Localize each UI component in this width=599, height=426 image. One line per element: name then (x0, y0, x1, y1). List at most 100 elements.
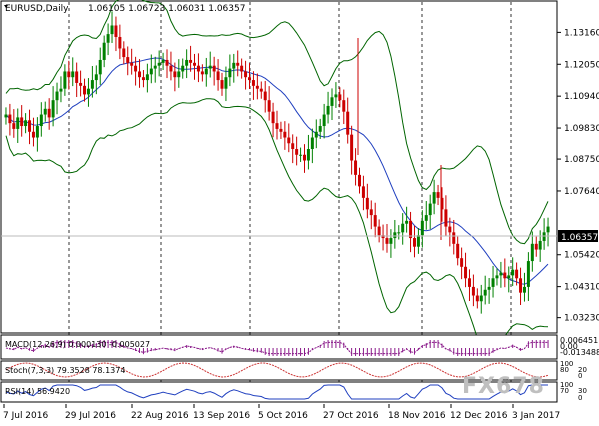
candle-body (24, 120, 28, 127)
candle-body (279, 128, 283, 132)
candle-body (295, 149, 299, 155)
candle-body (338, 94, 342, 101)
candle-body (283, 131, 287, 138)
candle-body (51, 100, 55, 118)
price-label: 1.12050 (564, 60, 599, 70)
price-axis: 1.13160 1.12050 1.10940 1.09830 1.08750 1.076… (557, 28, 599, 324)
candle-body (145, 74, 149, 81)
candle-body (452, 232, 456, 244)
candle-body (503, 272, 507, 279)
candle-body (39, 114, 43, 127)
chart-window[interactable]: EURUSD,Daily 1.06105 1.06723 1.06031 1.0… (0, 0, 599, 422)
candle-body (8, 114, 12, 124)
candle-body (546, 226, 550, 233)
candle-body (185, 59, 189, 66)
candle-body (31, 131, 35, 138)
stoch-label: Stoch(7,3,3) 79.3528 78.1374 (5, 366, 125, 375)
candle-body (47, 108, 51, 118)
current-price-label: 1.06357 (561, 233, 598, 243)
candle-body (409, 220, 413, 239)
candle-body (138, 71, 142, 78)
time-label: 12 Dec 2016 (450, 411, 508, 421)
candle-body (346, 111, 350, 135)
candle-body (330, 97, 334, 106)
candle-body (248, 77, 252, 81)
time-label: 13 Sep 2016 (193, 411, 250, 421)
candle-body (424, 215, 428, 221)
candle-body (161, 59, 165, 63)
candle-body (385, 238, 389, 244)
chart-canvas[interactable]: EURUSD,Daily 1.06105 1.06723 1.06031 1.0… (0, 0, 599, 422)
candle-body (350, 134, 354, 161)
candle-body (318, 126, 322, 132)
candle-body (90, 80, 94, 89)
stoch-scale-80: 80 (560, 366, 569, 374)
candle-body (98, 59, 102, 75)
candle-body (212, 65, 216, 72)
candle-body (12, 123, 16, 129)
candle-body (464, 266, 468, 279)
candle-body (467, 278, 471, 287)
candle-body (189, 59, 193, 63)
price-label: 1.08750 (564, 155, 599, 165)
candle-body (157, 62, 161, 66)
candle-body (271, 111, 275, 124)
candle-body (134, 65, 138, 72)
candle-body (526, 261, 530, 287)
candle-body (220, 80, 224, 89)
candle-body (28, 120, 32, 132)
price-label: 1.09830 (564, 124, 599, 134)
candle-body (302, 154, 306, 161)
candle-body (106, 34, 110, 43)
candle-body (141, 77, 145, 81)
price-label: 1.05420 (564, 251, 599, 261)
candle-body (373, 215, 377, 227)
macd-label: MACD(12,26,9) 0.000130 -0.005027 (5, 340, 150, 349)
candle-body (181, 65, 185, 72)
candle-body (499, 272, 503, 276)
candle-body (483, 289, 487, 296)
candle-body (165, 59, 169, 66)
candle-body (401, 223, 405, 233)
candle-body (475, 295, 479, 302)
candle-body (63, 71, 67, 89)
candle-body (224, 77, 228, 89)
candle-body (354, 160, 358, 175)
candle-body (456, 243, 460, 259)
candle-body (251, 80, 255, 86)
candle-body (244, 71, 248, 78)
candle-body (196, 65, 200, 72)
stoch-scale-bottom: 0 (578, 372, 582, 380)
candle-body (326, 105, 330, 115)
candle-body (259, 88, 263, 92)
candle-body (83, 85, 87, 95)
candle-body (342, 100, 346, 112)
time-label: 27 Oct 2016 (323, 411, 379, 421)
rsi-scale-bottom: 0 (578, 394, 582, 402)
candle-body (114, 25, 118, 37)
candle-body (169, 65, 173, 72)
candle-body (491, 278, 495, 287)
candle-body (149, 68, 153, 75)
candle-body (511, 269, 515, 276)
candle-body (405, 220, 409, 224)
price-label: 1.13160 (564, 28, 599, 38)
symbol-timeframe: EURUSD,Daily (5, 4, 69, 14)
candle-body (515, 269, 519, 279)
candle-body (322, 114, 326, 127)
candle-body (173, 71, 177, 78)
candle-body (240, 65, 244, 72)
candle-body (432, 192, 436, 204)
price-label: 1.10940 (564, 92, 599, 102)
price-label: 1.04310 (564, 283, 599, 293)
candle-body (334, 94, 338, 98)
candle-body (299, 154, 303, 156)
candle-body (122, 48, 126, 58)
candle-body (420, 220, 424, 236)
candle-body (177, 71, 181, 78)
candle-body (71, 71, 75, 78)
candle-body (86, 88, 90, 95)
candle-body (460, 258, 464, 267)
time-label: 29 Jul 2016 (65, 411, 116, 421)
candle-body (377, 226, 381, 236)
